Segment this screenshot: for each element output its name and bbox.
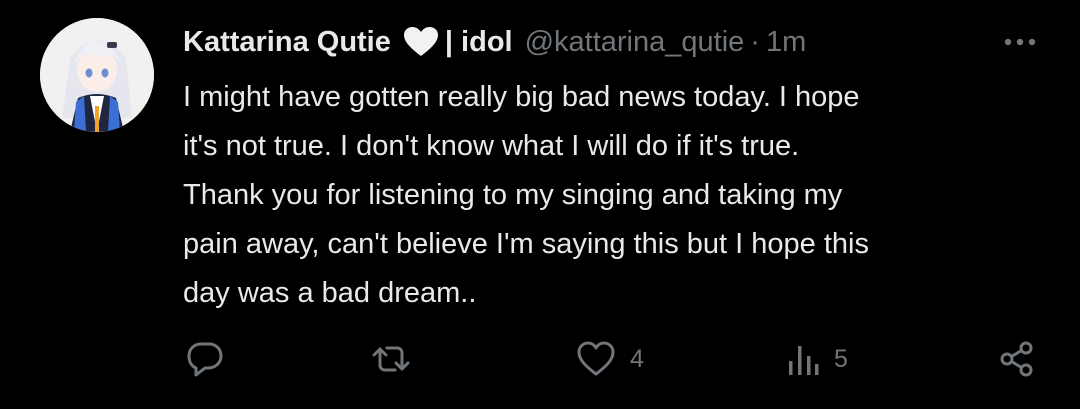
- share-icon: [1000, 341, 1033, 377]
- tweet[interactable]: Kattarina Qutie | idol @kattarina_qutie …: [0, 0, 1080, 409]
- ellipsis-icon: [1004, 38, 1036, 46]
- avatar[interactable]: [40, 18, 154, 132]
- heart-icon: [577, 341, 615, 376]
- share-button[interactable]: [997, 337, 1037, 381]
- white-heart-icon: [403, 26, 439, 58]
- like-count: 4: [630, 344, 644, 373]
- handle[interactable]: @kattarina_qutie: [525, 20, 745, 64]
- action-bar: 4 5: [183, 337, 1043, 381]
- retweet-icon: [372, 346, 410, 372]
- like-button[interactable]: 4: [576, 337, 644, 381]
- reply-button[interactable]: [185, 337, 239, 381]
- tweet-text: I might have gotten really big bad news …: [183, 81, 869, 309]
- reply-icon: [187, 342, 223, 377]
- tweet-header: Kattarina Qutie | idol @kattarina_qutie …: [183, 20, 806, 64]
- avatar-image: [40, 18, 154, 132]
- separator-dot: ·: [750, 26, 760, 58]
- views-count: 5: [834, 344, 848, 373]
- display-name[interactable]: Kattarina Qutie: [183, 20, 391, 64]
- timestamp[interactable]: 1m: [766, 20, 806, 64]
- views-button[interactable]: 5: [786, 337, 848, 381]
- more-options-button[interactable]: [1000, 24, 1040, 60]
- name-suffix: | idol: [444, 26, 513, 58]
- views-icon: [789, 346, 819, 375]
- retweet-button[interactable]: [371, 337, 425, 381]
